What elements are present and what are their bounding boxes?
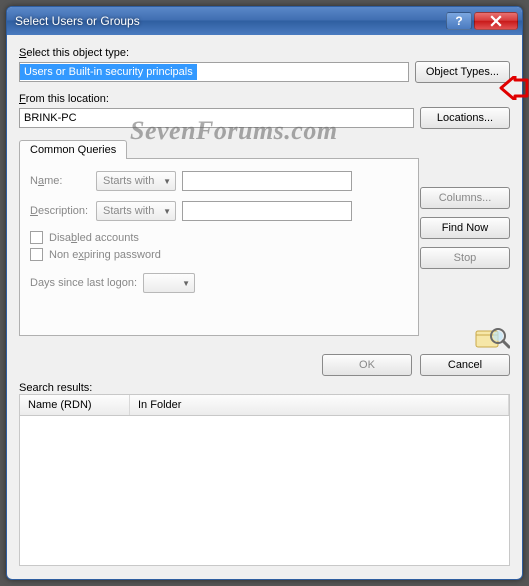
chevron-down-icon: ▼ xyxy=(163,207,171,216)
name-label: Name: xyxy=(30,175,90,187)
non-expiring-checkbox[interactable] xyxy=(30,248,43,261)
description-input[interactable] xyxy=(182,201,352,221)
dialog-content: Select this object type: Users or Built-… xyxy=(7,35,522,574)
results-header[interactable]: Name (RDN) In Folder xyxy=(19,394,510,416)
ok-button[interactable]: OK xyxy=(322,354,412,376)
tab-panel: Name: Starts with▼ Description: Starts w… xyxy=(19,158,419,336)
search-results-label: Search results: xyxy=(19,382,92,394)
object-type-label: Select this object type: xyxy=(19,47,510,59)
tab-common-queries[interactable]: Common Queries xyxy=(19,140,127,159)
results-list[interactable] xyxy=(19,416,510,566)
help-button[interactable]: ? xyxy=(446,12,472,30)
days-logon-label: Days since last logon: xyxy=(30,277,137,289)
description-label: Description: xyxy=(30,205,90,217)
name-input[interactable] xyxy=(182,171,352,191)
column-infolder[interactable]: In Folder xyxy=(130,395,509,415)
non-expiring-label: Non expiring password xyxy=(49,249,161,261)
days-logon-select[interactable]: ▼ xyxy=(143,273,195,293)
dialog-window: Select Users or Groups ? Select this obj… xyxy=(6,6,523,580)
object-type-input[interactable]: Users or Built-in security principals xyxy=(19,62,409,82)
search-icon xyxy=(474,325,510,353)
object-types-button[interactable]: Object Types... xyxy=(415,61,510,83)
from-location-label: From this location: xyxy=(19,93,510,105)
right-button-column: Columns... Find Now Stop xyxy=(420,187,510,353)
window-title: Select Users or Groups xyxy=(15,14,446,28)
stop-button[interactable]: Stop xyxy=(420,247,510,269)
chevron-down-icon: ▼ xyxy=(163,177,171,186)
locations-button[interactable]: Locations... xyxy=(420,107,510,129)
location-input[interactable] xyxy=(19,108,414,128)
chevron-down-icon: ▼ xyxy=(182,279,190,288)
cancel-button[interactable]: Cancel xyxy=(420,354,510,376)
columns-button[interactable]: Columns... xyxy=(420,187,510,209)
titlebar[interactable]: Select Users or Groups ? xyxy=(7,7,522,35)
close-button[interactable] xyxy=(474,12,518,30)
disabled-accounts-checkbox[interactable] xyxy=(30,231,43,244)
desc-match-select[interactable]: Starts with▼ xyxy=(96,201,176,221)
name-match-select[interactable]: Starts with▼ xyxy=(96,171,176,191)
find-now-button[interactable]: Find Now xyxy=(420,217,510,239)
column-name[interactable]: Name (RDN) xyxy=(20,395,130,415)
disabled-accounts-label: Disabled accounts xyxy=(49,232,139,244)
close-icon xyxy=(490,15,502,27)
